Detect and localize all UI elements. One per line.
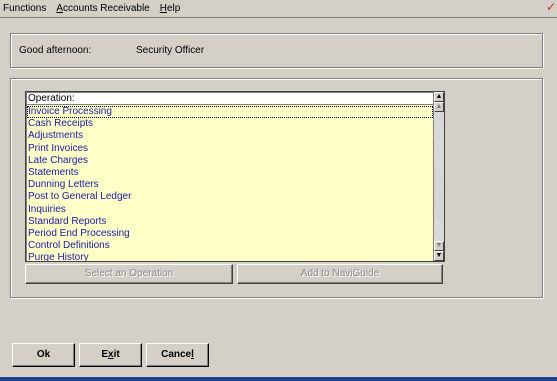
menu-functions[interactable]: Functions [0,0,51,17]
exit-label-pre: E [101,349,108,360]
add-to-naviguide-button[interactable]: Add to NaviGuide [237,264,443,284]
list-item[interactable]: Control Definitions [27,240,433,252]
list-item[interactable]: Statements [27,167,433,179]
list-item[interactable]: Dunning Letters [27,179,433,191]
menu-help[interactable]: Help [155,0,186,17]
greeting-label: Good afternoon: [19,45,92,56]
cancel-accelerator: l [191,349,194,360]
list-item[interactable]: Standard Reports [27,216,433,228]
cancel-button[interactable]: Cancel [146,343,209,367]
accounts-receivable-window: Functions Accounts Receivable Help ✓ Goo… [0,0,557,381]
operations-list-header: Operation: [27,93,433,105]
list-item[interactable]: Period End Processing [27,228,433,240]
checkmark-icon[interactable]: ✓ [546,0,556,14]
list-item[interactable]: Cash Receipts [27,118,433,130]
list-item[interactable]: Print Invoices [27,143,433,155]
list-item[interactable]: Adjustments [27,130,433,142]
list-item[interactable]: Invoice Processing [27,106,433,119]
scroll-top-icon[interactable]: ▲ [434,92,444,102]
list-scrollbar[interactable]: ▲ ▲ ▼ ▼ [433,92,444,261]
menu-accounts-receivable-label: ccounts Receivable [63,3,150,14]
operations-list: Invoice Processing Cash Receipts Adjustmen… [27,106,433,261]
scroll-up-icon[interactable]: ▲ [434,102,444,112]
greeting-user: Security Officer [136,45,205,56]
menu-bar: Functions Accounts Receivable Help ✓ [0,0,557,18]
scroll-down-icon[interactable]: ▼ [434,241,444,251]
menu-accounts-receivable[interactable]: Accounts Receivable [51,0,154,17]
select-operation-button[interactable]: Select an Operation [25,264,233,284]
scroll-bottom-icon[interactable]: ▼ [434,251,444,261]
list-item[interactable]: Late Charges [27,155,433,167]
menu-help-label: elp [166,3,181,14]
operations-listbox[interactable]: Operation: Invoice Processing Cash Receip… [25,91,445,262]
exit-label-post: it [113,349,120,360]
taskbar-edge [0,373,557,381]
exit-button[interactable]: Exit [79,343,142,367]
cancel-label-pre: Cance [161,349,192,360]
ok-button[interactable]: Ok [12,343,75,367]
list-item[interactable]: Post to General Ledger [27,191,433,203]
list-item[interactable]: Inquiries [27,204,433,216]
list-item[interactable]: Purge History [27,252,433,261]
menu-help-accelerator: H [159,3,167,14]
